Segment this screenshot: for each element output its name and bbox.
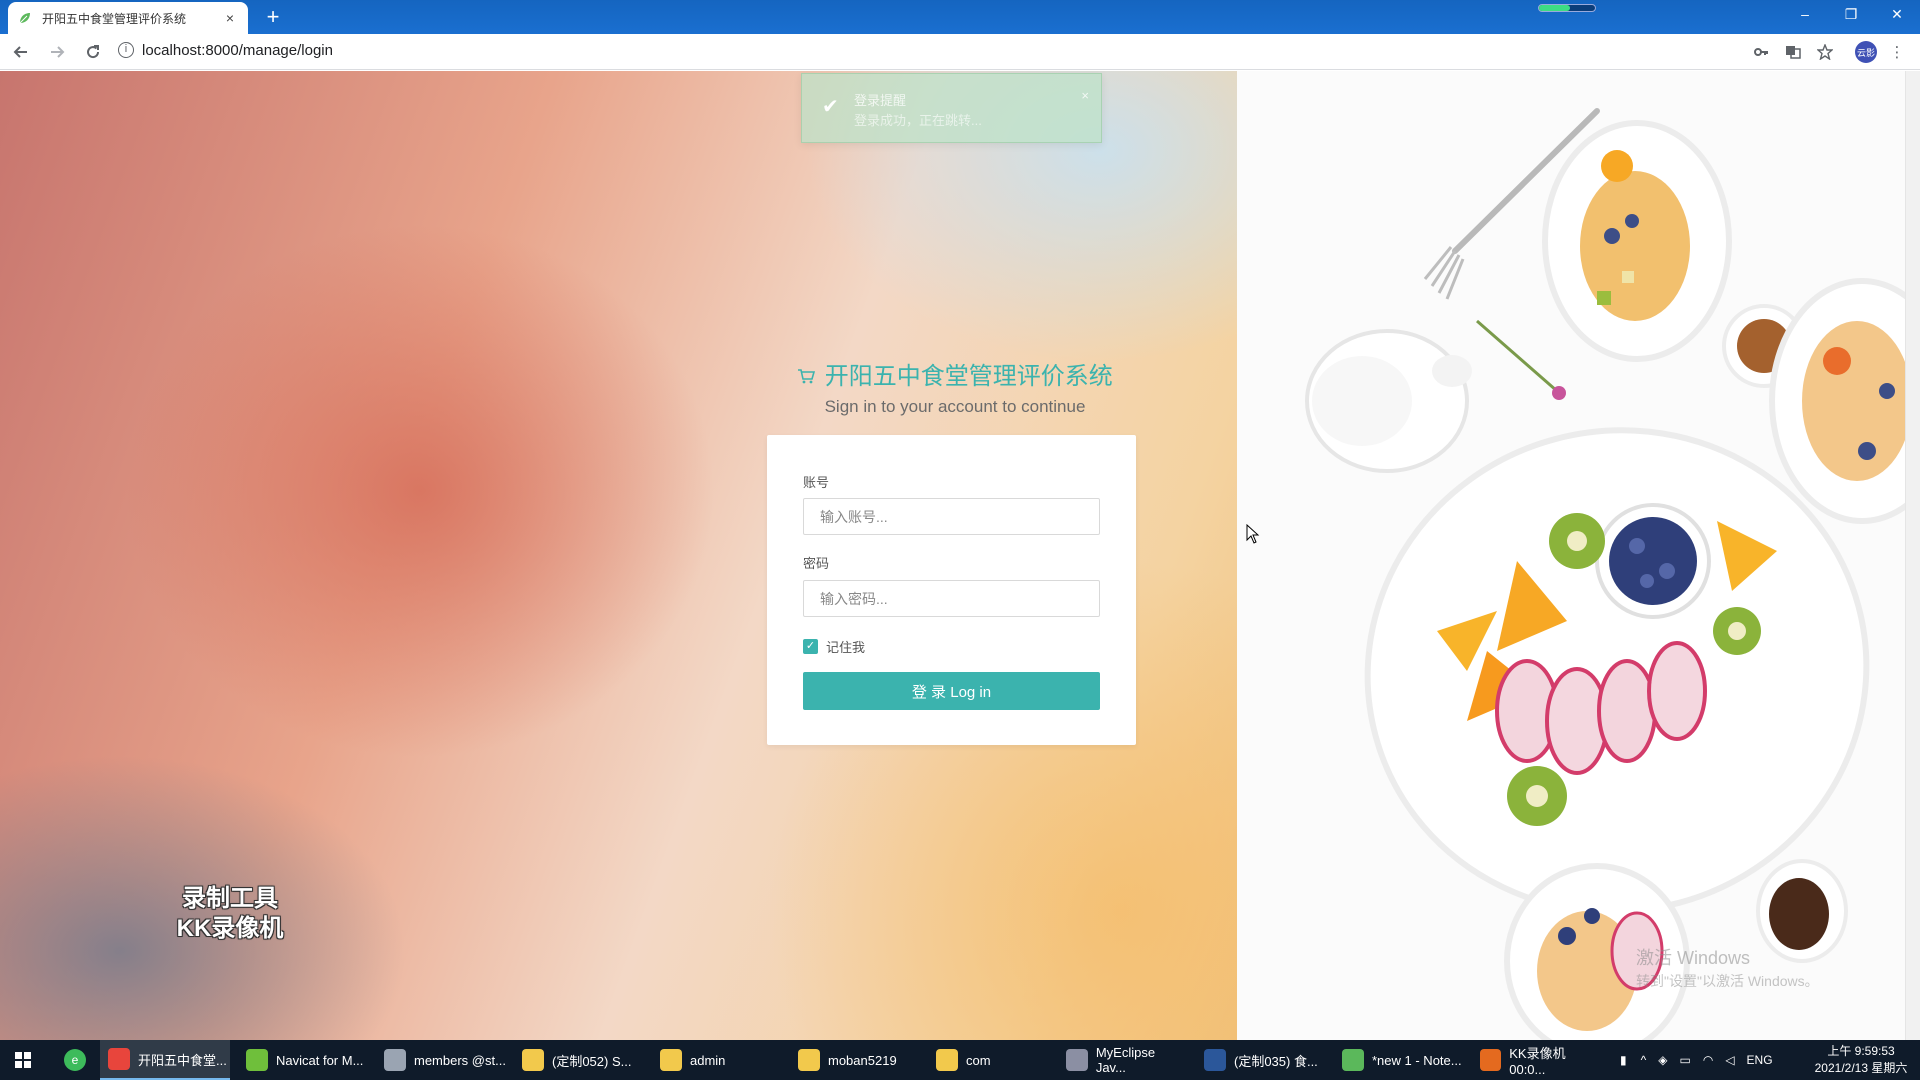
remember-me[interactable]: ✓ 记住我 [803,637,865,656]
bookmark-star-icon[interactable] [1812,39,1838,65]
taskbar-item-label: 开阳五中食堂... [138,1052,227,1068]
system-clock[interactable]: 上午 9:59:53 2021/2/13 星期六 [1806,1043,1916,1077]
tab-title: 开阳五中食堂管理评价系统 [42,11,187,26]
folder-icon [798,1049,820,1071]
toast-title: 登录提醒 [854,93,907,108]
profile-avatar[interactable]: 云影 [1855,41,1877,63]
taskbar-item[interactable]: MyEclipse Jav... [1058,1040,1188,1080]
taskbar-item-label: members @st... [414,1052,506,1068]
reload-icon[interactable] [78,37,108,67]
system-title: 开阳五中食堂管理评价系统 [790,356,1120,391]
taskbar-item[interactable]: admin [652,1040,782,1080]
taskbar-item-label: *new 1 - Note... [1372,1052,1462,1068]
taskbar-item[interactable]: *new 1 - Note... [1334,1040,1464,1080]
myeclipse-icon [1066,1049,1088,1071]
word-icon [1204,1049,1226,1071]
remember-checkbox[interactable]: ✓ [803,639,818,654]
taskbar-item-label: MyEclipse Jav... [1095,1045,1156,1075]
site-info-icon[interactable]: i [118,42,134,58]
key-icon[interactable] [1748,39,1774,65]
account-input[interactable] [803,498,1100,535]
browser-tab-strip: 开阳五中食堂管理评价系统 × + – ❐ ✕ [0,0,1920,34]
chrome-icon [108,1048,130,1070]
notepad-icon [1342,1049,1364,1071]
browser-toolbar: i localhost:8000/manage/login 云影 ⋮ [0,34,1920,70]
taskbar-item-label: KK录像机 00:0... [1509,1046,1566,1077]
windows-taskbar: e 开阳五中食堂... Navicat for M... members @st..… [0,1040,1920,1080]
taskbar-item[interactable]: Navicat for M... [238,1040,368,1080]
taskbar-item[interactable]: com [928,1040,1058,1080]
account-label: 账号 [803,475,830,490]
login-page: ✔ 登录提醒 登录成功，正在跳转... × 开阳五中食堂管理评价系统 Sign … [0,71,1920,1040]
remember-label: 记住我 [826,640,866,655]
password-label: 密码 [803,556,830,571]
taskbar-item-label: com [966,1052,991,1068]
restore-button[interactable]: ❐ [1828,0,1874,28]
taskbar-item-label: (定制052) S... [552,1053,632,1069]
login-button[interactable]: 登 录 Log in [803,672,1100,710]
taskbar-item[interactable]: (定制035) 食... [1196,1040,1326,1080]
toast-message: 登录成功，正在跳转... [854,113,982,128]
browser-360-icon[interactable]: e [56,1040,96,1080]
volume-icon[interactable]: ◁ [1725,1053,1734,1067]
minimize-button[interactable]: – [1782,0,1828,28]
activate-windows-subtitle: 转到"设置"以激活 Windows。 [1636,973,1819,989]
fruit-plates-image [1305,108,1920,1040]
toast-close-icon[interactable]: × [1081,88,1089,103]
shopping-cart-icon [797,367,821,389]
page-scrollbar[interactable] [1905,71,1920,1040]
table-icon [384,1049,406,1071]
battery-icon[interactable]: ▮ [1620,1053,1627,1067]
windows-start-icon[interactable] [0,1040,46,1080]
mouse-cursor-icon [1246,524,1260,544]
close-window-button[interactable]: ✕ [1874,0,1920,28]
network-icon[interactable]: ▭ [1679,1053,1690,1067]
kk-recorder-icon [1480,1049,1502,1071]
shield-icon[interactable]: ◈ [1658,1053,1667,1067]
taskbar-item-label: admin [690,1052,726,1068]
food-illustration [1237,71,1920,1040]
taskbar-item[interactable]: 开阳五中食堂... [100,1040,230,1080]
navicat-icon [246,1049,268,1071]
taskbar-item-label: (定制035) 食... [1234,1053,1318,1069]
taskbar-item-label: moban5219 [828,1052,897,1068]
browser-tab[interactable]: 开阳五中食堂管理评价系统 × [8,2,248,34]
system-title-text: 开阳五中食堂管理评价系统 [824,363,1113,390]
clock-time: 上午 9:59:53 [1827,1044,1895,1058]
activate-windows-title: 激活 Windows [1636,948,1751,968]
taskbar-item-label: Navicat for M... [276,1052,364,1068]
password-input[interactable] [803,580,1100,617]
address-bar[interactable]: localhost:8000/manage/login [142,42,333,59]
watermark-line-1: 录制工具 [182,885,278,912]
leaf-favicon-icon [19,13,30,24]
tab-close-icon[interactable]: × [222,10,238,26]
folder-icon [660,1049,682,1071]
system-tray: ▮ ^ ◈ ▭ ◠ ◁ ENG [1620,1040,1773,1080]
taskbar-item[interactable]: (定制052) S... [514,1040,644,1080]
back-arrow-icon[interactable] [6,37,36,67]
watermark-line-2: KK录像机 [176,915,284,942]
forward-arrow-icon[interactable] [42,37,72,67]
folder-icon [522,1049,544,1071]
new-tab-button[interactable]: + [260,4,286,30]
checkmark-icon: ✔ [822,96,839,118]
recorder-watermark: 录制工具 KK录像机 [160,884,300,944]
language-indicator[interactable]: ENG [1747,1053,1773,1067]
taskbar-item[interactable]: KK录像机 00:0... [1472,1040,1602,1080]
browser-menu-icon[interactable]: ⋮ [1884,39,1910,65]
wifi-icon[interactable]: ◠ [1703,1053,1713,1067]
login-card: 账号 密码 ✓ 记住我 登 录 Log in [767,435,1136,745]
folder-icon [936,1049,958,1071]
login-toast: ✔ 登录提醒 登录成功，正在跳转... × [801,73,1102,143]
taskbar-item[interactable]: members @st... [376,1040,506,1080]
login-subtitle: Sign in to your account to continue [824,397,1086,416]
clock-date: 2021/2/13 星期六 [1814,1061,1908,1075]
recorder-level-meter [1538,4,1596,12]
translate-icon[interactable] [1780,39,1806,65]
chevron-up-icon[interactable]: ^ [1641,1053,1647,1067]
taskbar-item[interactable]: moban5219 [790,1040,920,1080]
